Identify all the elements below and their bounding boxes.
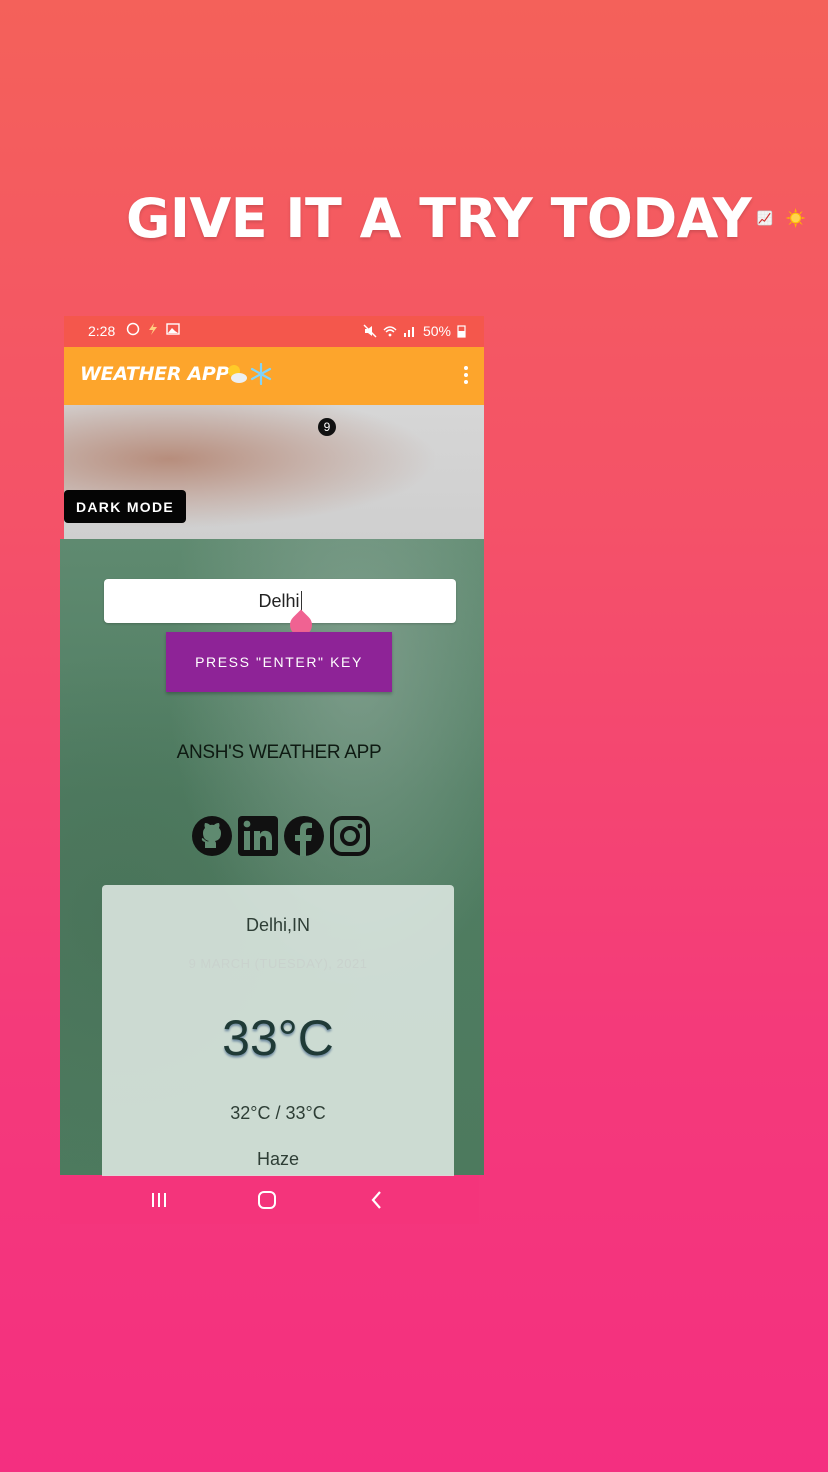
instagram-icon[interactable] bbox=[328, 814, 372, 858]
headline-text: GIVE IT A TRY TODAY bbox=[126, 186, 752, 250]
sun-icon bbox=[785, 207, 806, 229]
whatsapp-icon bbox=[126, 322, 140, 336]
facebook-icon[interactable] bbox=[282, 814, 326, 858]
date-label: 9 MARCH (TUESDAY), 2021 bbox=[188, 956, 368, 971]
signal-icon bbox=[403, 327, 414, 337]
current-temperature: 33°C bbox=[222, 1010, 334, 1066]
home-icon[interactable] bbox=[255, 1188, 279, 1212]
app-bar: WEATHER APP bbox=[64, 347, 484, 405]
flash-icon bbox=[149, 323, 157, 335]
promo-headline: GIVE IT A TRY TODAY bbox=[126, 178, 806, 258]
dark-mode-button[interactable]: DARK MODE bbox=[64, 490, 186, 523]
status-bar: 2:28 50% bbox=[64, 316, 484, 348]
system-nav-bar bbox=[60, 1176, 479, 1224]
text-cursor bbox=[300, 591, 302, 611]
temperature-range: 32°C / 33°C bbox=[230, 1103, 326, 1123]
battery-icon bbox=[457, 325, 466, 338]
mute-icon bbox=[363, 324, 377, 338]
snowflake-icon bbox=[250, 363, 272, 385]
status-time: 2:28 bbox=[88, 323, 116, 339]
weather-card: Delhi,IN 9 MARCH (TUESDAY), 2021 33°C 32… bbox=[102, 885, 454, 1185]
press-enter-button[interactable]: PRESS "ENTER" KEY bbox=[166, 632, 392, 692]
battery-percent: 50% bbox=[422, 323, 451, 339]
app-title: WEATHER APP bbox=[80, 363, 230, 385]
wifi-icon bbox=[383, 326, 397, 337]
gallery-icon bbox=[166, 323, 180, 335]
github-icon[interactable] bbox=[190, 814, 234, 858]
weather-condition: Haze bbox=[256, 1149, 300, 1169]
city-name: Delhi,IN bbox=[245, 915, 311, 935]
social-links bbox=[190, 814, 372, 858]
chart-increasing-icon bbox=[757, 210, 773, 226]
linkedin-icon[interactable] bbox=[236, 814, 280, 858]
notification-badge: 9 bbox=[318, 418, 336, 436]
back-icon[interactable] bbox=[365, 1188, 389, 1212]
city-search-value: Delhi bbox=[258, 590, 300, 611]
city-search-input[interactable]: Delhi bbox=[104, 579, 456, 623]
overflow-menu-icon[interactable] bbox=[462, 365, 470, 385]
recent-apps-icon[interactable] bbox=[147, 1188, 171, 1212]
sun-behind-cloud-icon bbox=[228, 365, 247, 383]
app-name-heading: ANSH'S WEATHER APP bbox=[176, 742, 382, 763]
